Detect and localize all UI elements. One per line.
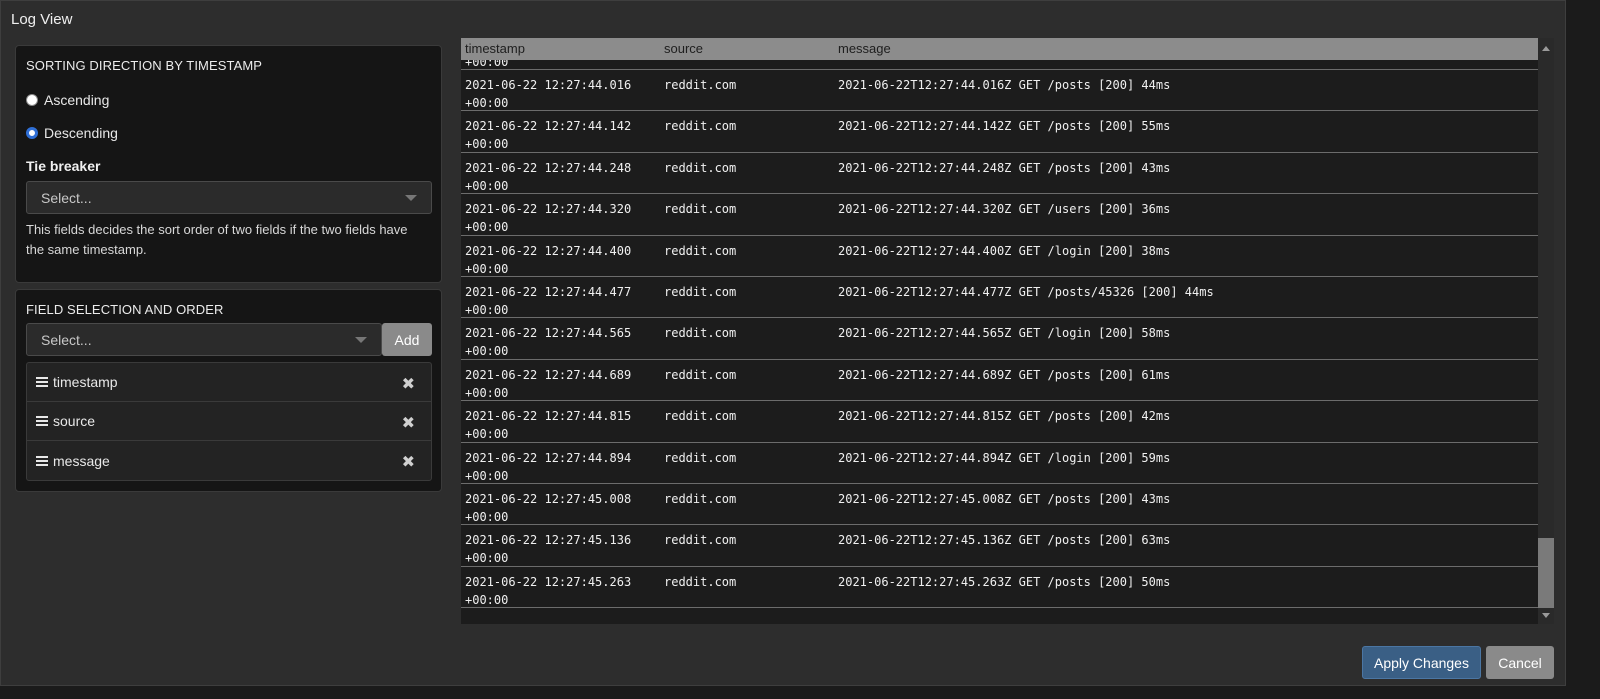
log-cell-source: reddit.com: [664, 119, 737, 134]
chevron-down-icon: [355, 336, 367, 343]
log-cell-message: 2021-06-22T12:27:44.689Z GET /posts [200…: [838, 367, 1171, 382]
log-cell-timestamp: 2021-06-22 12:27:45.263 +00:00: [465, 574, 632, 607]
background-strip: [1566, 0, 1600, 699]
log-row[interactable]: 2021-06-22 12:27:44.894 +00:00 reddit.com…: [461, 442, 1538, 484]
tie-breaker-select[interactable]: Select...: [26, 181, 432, 214]
radio-descending[interactable]: Descending: [26, 125, 118, 141]
field-select[interactable]: Select...: [26, 323, 382, 356]
log-row[interactable]: 2021-06-22 12:27:44.400 +00:00 reddit.com…: [461, 235, 1538, 277]
log-row[interactable]: 2021-06-22 12:27:44.248 +00:00 reddit.com…: [461, 152, 1538, 195]
drag-handle-icon[interactable]: [36, 377, 48, 387]
log-cell-timestamp: 2021-06-22 12:27:44.400 +00:00: [465, 243, 632, 276]
log-cell-timestamp: 2021-06-22 12:27:44.815 +00:00: [465, 409, 632, 442]
log-rows: 2021-06-22 12:27:43.981 +00:00reddit.com…: [461, 38, 1538, 609]
log-cell-message: 2021-06-22T12:27:44.565Z GET /login [200…: [838, 326, 1171, 341]
log-cell-source: reddit.com: [664, 367, 737, 382]
log-cell-timestamp: 2021-06-22 12:27:44.565 +00:00: [465, 326, 632, 359]
field-list: timestamp ✖ source ✖ message ✖: [26, 362, 432, 481]
log-scrollbar[interactable]: [1538, 38, 1554, 624]
dialog-title: Log View: [11, 11, 73, 28]
field-item[interactable]: source ✖: [27, 402, 431, 441]
log-cell-source: reddit.com: [664, 491, 737, 506]
radio-checked-icon[interactable]: [26, 127, 38, 139]
background-strip: [0, 686, 1600, 699]
field-item[interactable]: message ✖: [27, 441, 431, 480]
field-selection-panel: FIELD SELECTION AND ORDER Select... Add …: [15, 289, 442, 492]
apply-changes-button[interactable]: Apply Changes: [1362, 646, 1481, 679]
scroll-down-icon[interactable]: [1542, 613, 1550, 618]
log-cell-message: 2021-06-22T12:27:44.400Z GET /login [200…: [838, 243, 1171, 258]
log-cell-source: reddit.com: [664, 574, 737, 589]
log-cell-source: reddit.com: [664, 409, 737, 424]
log-cell-source: reddit.com: [664, 450, 737, 465]
tie-breaker-help: This fields decides the sort order of tw…: [26, 222, 408, 257]
log-row[interactable]: 2021-06-22 12:27:44.477 +00:00 reddit.com…: [461, 276, 1538, 319]
log-cell-source: reddit.com: [664, 284, 737, 299]
field-item-label: timestamp: [53, 374, 118, 390]
log-row[interactable]: 2021-06-22 12:27:44.320 +00:00 reddit.com…: [461, 194, 1538, 236]
log-row[interactable]: 2021-06-22 12:27:45.008 +00:00 reddit.com…: [461, 483, 1538, 526]
cancel-button[interactable]: Cancel: [1486, 646, 1554, 679]
field-selection-heading: FIELD SELECTION AND ORDER: [26, 302, 224, 317]
radio-descending-label: Descending: [44, 125, 118, 141]
log-row[interactable]: 2021-06-22 12:27:44.815 +00:00 reddit.com…: [461, 401, 1538, 443]
log-row[interactable]: 2021-06-22 12:27:44.142 +00:00 reddit.com…: [461, 111, 1538, 153]
column-header-message[interactable]: message: [838, 41, 891, 56]
log-table[interactable]: 2021-06-22 12:27:43.981 +00:00reddit.com…: [461, 38, 1538, 624]
tie-breaker-label: Tie breaker: [26, 158, 101, 174]
log-cell-timestamp: 2021-06-22 12:27:45.136 +00:00: [465, 533, 632, 566]
log-cell-message: 2021-06-22T12:27:44.248Z GET /posts [200…: [838, 160, 1171, 175]
log-table-header: timestamp source message: [461, 38, 1538, 60]
field-item-label: message: [53, 452, 110, 469]
log-cell-message: 2021-06-22T12:27:44.815Z GET /posts [200…: [838, 409, 1171, 424]
scroll-thumb[interactable]: [1538, 538, 1554, 608]
add-field-button[interactable]: Add: [382, 323, 432, 356]
log-cell-source: reddit.com: [664, 243, 737, 258]
log-cell-message: 2021-06-22T12:27:45.263Z GET /posts [200…: [838, 574, 1171, 589]
log-cell-message: 2021-06-22T12:27:45.008Z GET /posts [200…: [838, 491, 1171, 506]
close-icon[interactable]: ✖: [402, 413, 415, 433]
close-icon[interactable]: ✖: [402, 374, 415, 394]
log-row[interactable]: 2021-06-22 12:27:44.689 +00:00 reddit.com…: [461, 359, 1538, 402]
log-cell-timestamp: 2021-06-22 12:27:44.477 +00:00: [465, 284, 632, 317]
column-header-source[interactable]: source: [664, 41, 703, 56]
radio-unchecked-icon[interactable]: [26, 94, 38, 106]
log-cell-source: reddit.com: [664, 533, 737, 548]
drag-handle-icon[interactable]: [36, 416, 48, 426]
radio-ascending-label: Ascending: [44, 92, 110, 108]
log-cell-message: 2021-06-22T12:27:44.142Z GET /posts [200…: [838, 119, 1171, 134]
log-cell-timestamp: 2021-06-22 12:27:44.016 +00:00: [465, 78, 632, 110]
log-cell-timestamp: 2021-06-22 12:27:44.320 +00:00: [465, 202, 632, 235]
log-cell-timestamp: 2021-06-22 12:27:44.894 +00:00: [465, 450, 632, 483]
log-cell-source: reddit.com: [664, 78, 737, 92]
close-icon[interactable]: ✖: [402, 452, 415, 472]
log-row[interactable]: 2021-06-22 12:27:45.136 +00:00 reddit.com…: [461, 525, 1538, 567]
field-item[interactable]: timestamp ✖: [27, 363, 431, 402]
drag-handle-icon[interactable]: [36, 455, 48, 466]
log-cell-message: 2021-06-22T12:27:44.320Z GET /users [200…: [838, 202, 1171, 217]
scroll-up-icon[interactable]: [1542, 46, 1550, 51]
chevron-down-icon: [405, 194, 417, 201]
log-cell-message: 2021-06-22T12:27:44.016Z GET /posts [200…: [838, 78, 1171, 92]
log-cell-timestamp: 2021-06-22 12:27:44.142 +00:00: [465, 119, 632, 152]
log-cell-timestamp: 2021-06-22 12:27:44.248 +00:00: [465, 160, 632, 193]
log-cell-timestamp: 2021-06-22 12:27:44.689 +00:00: [465, 367, 632, 400]
log-cell-message: 2021-06-22T12:27:44.894Z GET /login [200…: [838, 450, 1171, 465]
log-cell-source: reddit.com: [664, 160, 737, 175]
log-cell-source: reddit.com: [664, 326, 737, 341]
field-item-label: source: [53, 413, 96, 429]
tie-breaker-select-value: Select...: [41, 189, 92, 206]
log-cell-source: reddit.com: [664, 202, 737, 217]
log-cell-timestamp: 2021-06-22 12:27:45.008 +00:00: [465, 491, 632, 524]
sorting-heading: SORTING DIRECTION BY TIMESTAMP: [26, 58, 263, 73]
sorting-panel: SORTING DIRECTION BY TIMESTAMP Ascending…: [15, 45, 442, 283]
column-header-timestamp[interactable]: timestamp: [465, 41, 525, 56]
log-cell-message: 2021-06-22T12:27:45.136Z GET /posts [200…: [838, 533, 1171, 548]
radio-ascending[interactable]: Ascending: [26, 92, 109, 108]
field-select-value: Select...: [41, 331, 92, 348]
log-row[interactable]: 2021-06-22 12:27:44.565 +00:00 reddit.com…: [461, 318, 1538, 360]
log-row[interactable]: 2021-06-22 12:27:44.016 +00:00 reddit.com…: [461, 70, 1538, 112]
log-cell-message: 2021-06-22T12:27:44.477Z GET /posts/4532…: [838, 284, 1214, 299]
log-row[interactable]: 2021-06-22 12:27:45.263 +00:00 reddit.com…: [461, 566, 1538, 609]
